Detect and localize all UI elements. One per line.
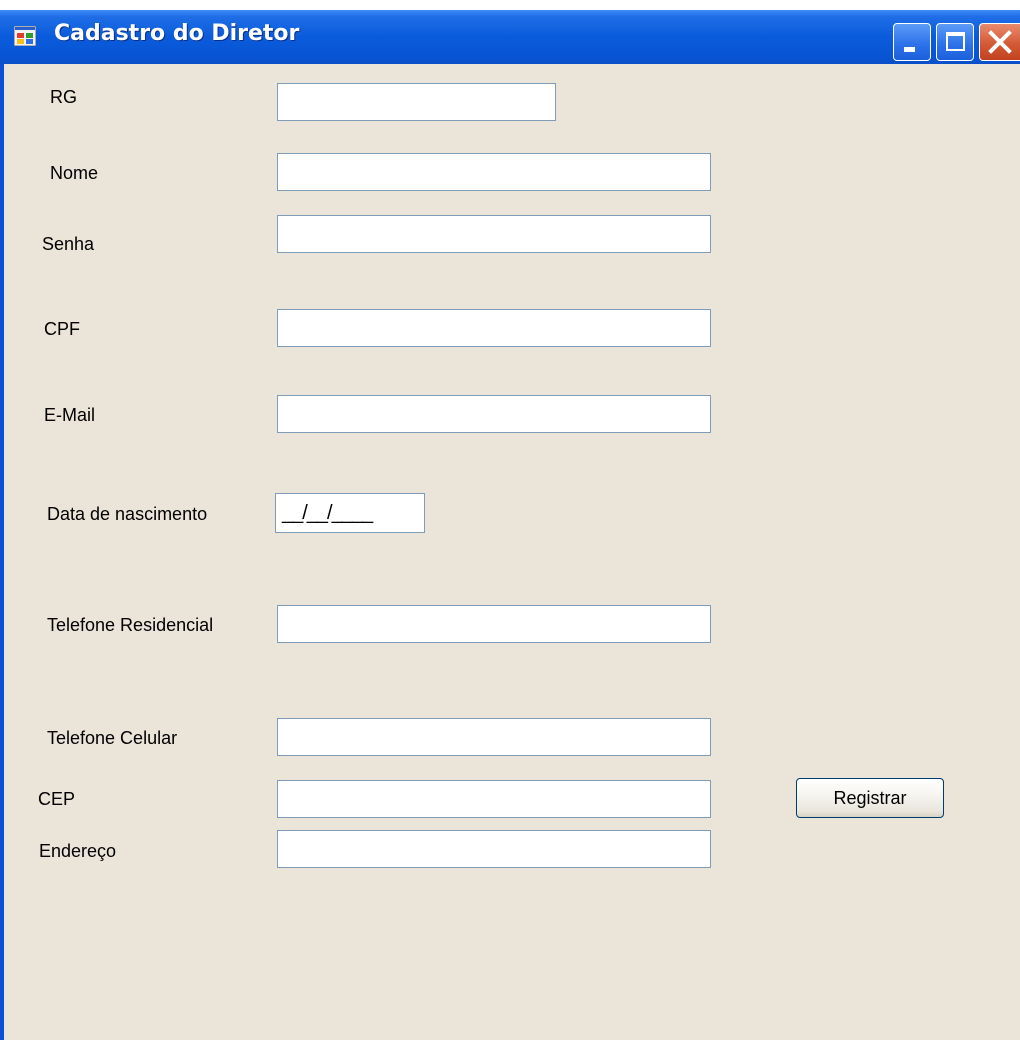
maximize-button[interactable]: [936, 23, 974, 61]
window-title: Cadastro do Diretor: [54, 21, 300, 46]
nome-input[interactable]: [277, 153, 711, 191]
tel-celular-input[interactable]: [277, 718, 711, 756]
cpf-label: CPF: [44, 319, 80, 339]
tel-residencial-label: Telefone Residencial: [47, 615, 214, 635]
cep-label: CEP: [38, 789, 76, 809]
minimize-icon: [904, 47, 915, 52]
app-icon: [14, 26, 36, 46]
data-nascimento-input[interactable]: __/__/____: [275, 493, 425, 533]
close-icon: [988, 30, 1012, 54]
endereco-input[interactable]: [277, 830, 711, 868]
nome-label: Nome: [50, 163, 99, 183]
cpf-input[interactable]: [277, 309, 711, 347]
close-button[interactable]: [979, 23, 1020, 61]
email-input[interactable]: [277, 395, 711, 433]
maximize-icon: [946, 32, 965, 51]
data-nascimento-label: Data de nascimento: [47, 504, 208, 524]
senha-label: Senha: [42, 234, 95, 254]
tel-celular-label: Telefone Celular: [47, 728, 178, 748]
registrar-button[interactable]: Registrar: [796, 778, 944, 818]
minimize-button[interactable]: [893, 23, 931, 61]
senha-input[interactable]: [277, 215, 711, 253]
rg-input[interactable]: [277, 83, 556, 121]
title-bar[interactable]: Cadastro do Diretor: [0, 10, 1020, 64]
cep-input[interactable]: [277, 780, 711, 818]
tel-residencial-input[interactable]: [277, 605, 711, 643]
endereco-label: Endereço: [39, 841, 117, 861]
email-label: E-Mail: [44, 405, 96, 425]
rg-label: RG: [50, 87, 77, 107]
